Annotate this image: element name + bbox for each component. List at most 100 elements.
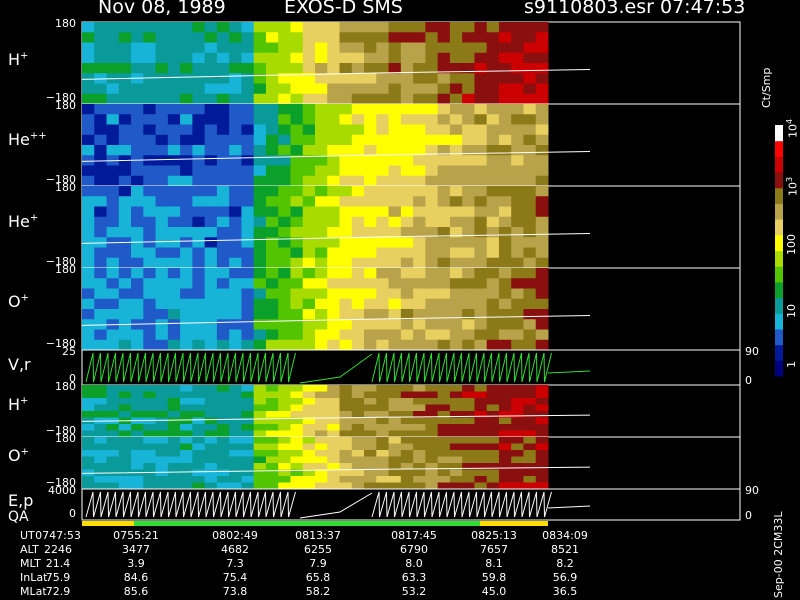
spectrogram-cell [192, 145, 206, 156]
spectrogram-cell [216, 175, 230, 187]
spectrogram-cell [437, 93, 451, 105]
spectrogram-cell [388, 104, 402, 115]
spectrogram-cell [400, 391, 414, 399]
colorbar-tick-label: 1 [785, 361, 798, 368]
spectrogram-cell [302, 391, 316, 399]
spectrogram-cell [229, 165, 242, 177]
spectrogram-cell [204, 165, 218, 177]
spectrogram-cell [216, 404, 230, 412]
spectrogram-cell [229, 73, 242, 84]
spectrogram-cell [216, 309, 230, 320]
spectrogram-cell [290, 309, 304, 320]
spectrogram-cell [364, 456, 377, 464]
spectrogram-cell [253, 42, 267, 54]
spectrogram-cell [253, 309, 267, 320]
spectrogram-cell [265, 411, 279, 418]
spectrogram-cell [413, 93, 426, 105]
spectrogram-cell [364, 417, 377, 425]
side-date-code: Sep-00 2CM33L [772, 511, 785, 599]
spectrogram-cell [265, 93, 279, 105]
spectrogram-cell [413, 257, 426, 269]
spectrogram-cell [449, 52, 463, 64]
spectrogram-cell [523, 257, 537, 269]
spectrogram-cell [425, 32, 439, 43]
spectrogram-cell [167, 482, 181, 490]
spectrogram-cell [449, 247, 463, 259]
spectrogram-cell [498, 443, 512, 451]
spectrogram-cell [143, 63, 157, 74]
spectrogram-cell [155, 339, 169, 351]
spectrogram-cell [511, 476, 524, 483]
spectrogram-cell [302, 450, 316, 457]
spectrogram-cell [118, 424, 132, 431]
spectrogram-cell [462, 298, 475, 310]
spectrogram-cell [462, 93, 475, 105]
spectrogram-cell [437, 247, 451, 259]
spectrogram-cell [327, 257, 341, 269]
colorbar-segment [775, 125, 783, 142]
spectrogram-cell [290, 257, 304, 269]
spectrogram-cell [302, 424, 316, 431]
spectrogram-cell [118, 437, 132, 444]
spectrogram-cell [437, 456, 451, 464]
spectrogram-cell [265, 63, 279, 74]
spectrogram-cell [290, 206, 304, 218]
spectrogram-cell [216, 319, 230, 330]
spectrogram-cell [535, 385, 549, 392]
qa-bar-segment [82, 521, 134, 526]
spectrogram-cell [364, 196, 377, 207]
spectrogram-cell [278, 450, 291, 457]
spectrogram-cell [265, 278, 279, 289]
spectrogram-cell [498, 206, 512, 218]
spectrogram-cell [511, 404, 524, 412]
spectrogram-cell [302, 145, 316, 156]
spectrogram-cell [278, 463, 291, 470]
spectrogram-cell [192, 411, 206, 418]
spectrogram-cell [388, 52, 402, 64]
spectrogram-cell [376, 196, 390, 207]
spectrogram-cell [327, 134, 341, 146]
spectrogram-cell [351, 237, 365, 248]
spectrogram-cell [535, 417, 549, 425]
annotation-value: 58.2 [305, 585, 331, 598]
annotation-row: MLat 72.9 85.6 73.8 58.2 53.2 45.0 36.5 [0, 586, 800, 598]
spectrogram-cell [82, 443, 95, 451]
spectrogram-cell [180, 463, 193, 470]
spectrogram-cell [486, 309, 500, 320]
spectrogram-cell [535, 476, 549, 483]
spectrogram-cell [143, 430, 157, 438]
spectrogram-cell [204, 417, 218, 425]
spectrogram-cell [437, 469, 451, 477]
spectrogram-cell [327, 42, 341, 54]
spectrogram-cell [474, 469, 488, 477]
spectrogram-cell [388, 339, 402, 351]
spectrogram-cell [474, 437, 488, 444]
spectrogram-cell [155, 450, 169, 457]
spectrogram-cell [131, 175, 144, 187]
spectrogram-cell [498, 257, 512, 269]
spectrogram-cell [118, 398, 132, 405]
spectrogram-cell [486, 83, 500, 95]
spectrogram-cell [229, 83, 242, 95]
spectrogram-cell [82, 450, 95, 457]
spectrogram-cell [192, 450, 206, 457]
spectrogram-cell [216, 227, 230, 238]
spectrogram-cell [339, 417, 353, 425]
spectrogram-cell [302, 463, 316, 470]
spectrogram-cell [400, 104, 414, 115]
spectrogram-cell [388, 93, 402, 105]
spectrogram-cell [143, 145, 157, 156]
spectrogram-cell [143, 463, 157, 470]
spectrogram-cell [437, 482, 451, 490]
spectrogram-cell [131, 424, 144, 431]
spectrogram-cell [339, 63, 353, 74]
spectrogram-cell [302, 430, 316, 438]
spectrogram-cell [290, 196, 304, 207]
spectrogram-cell [498, 104, 512, 115]
spectrogram-cell [511, 32, 524, 43]
spectrogram-cell [339, 93, 353, 105]
spectrogram-cell [498, 196, 512, 207]
spectrogram-cell [413, 42, 426, 54]
spectrogram-cell [82, 424, 95, 431]
spectrogram-cell [474, 339, 488, 351]
